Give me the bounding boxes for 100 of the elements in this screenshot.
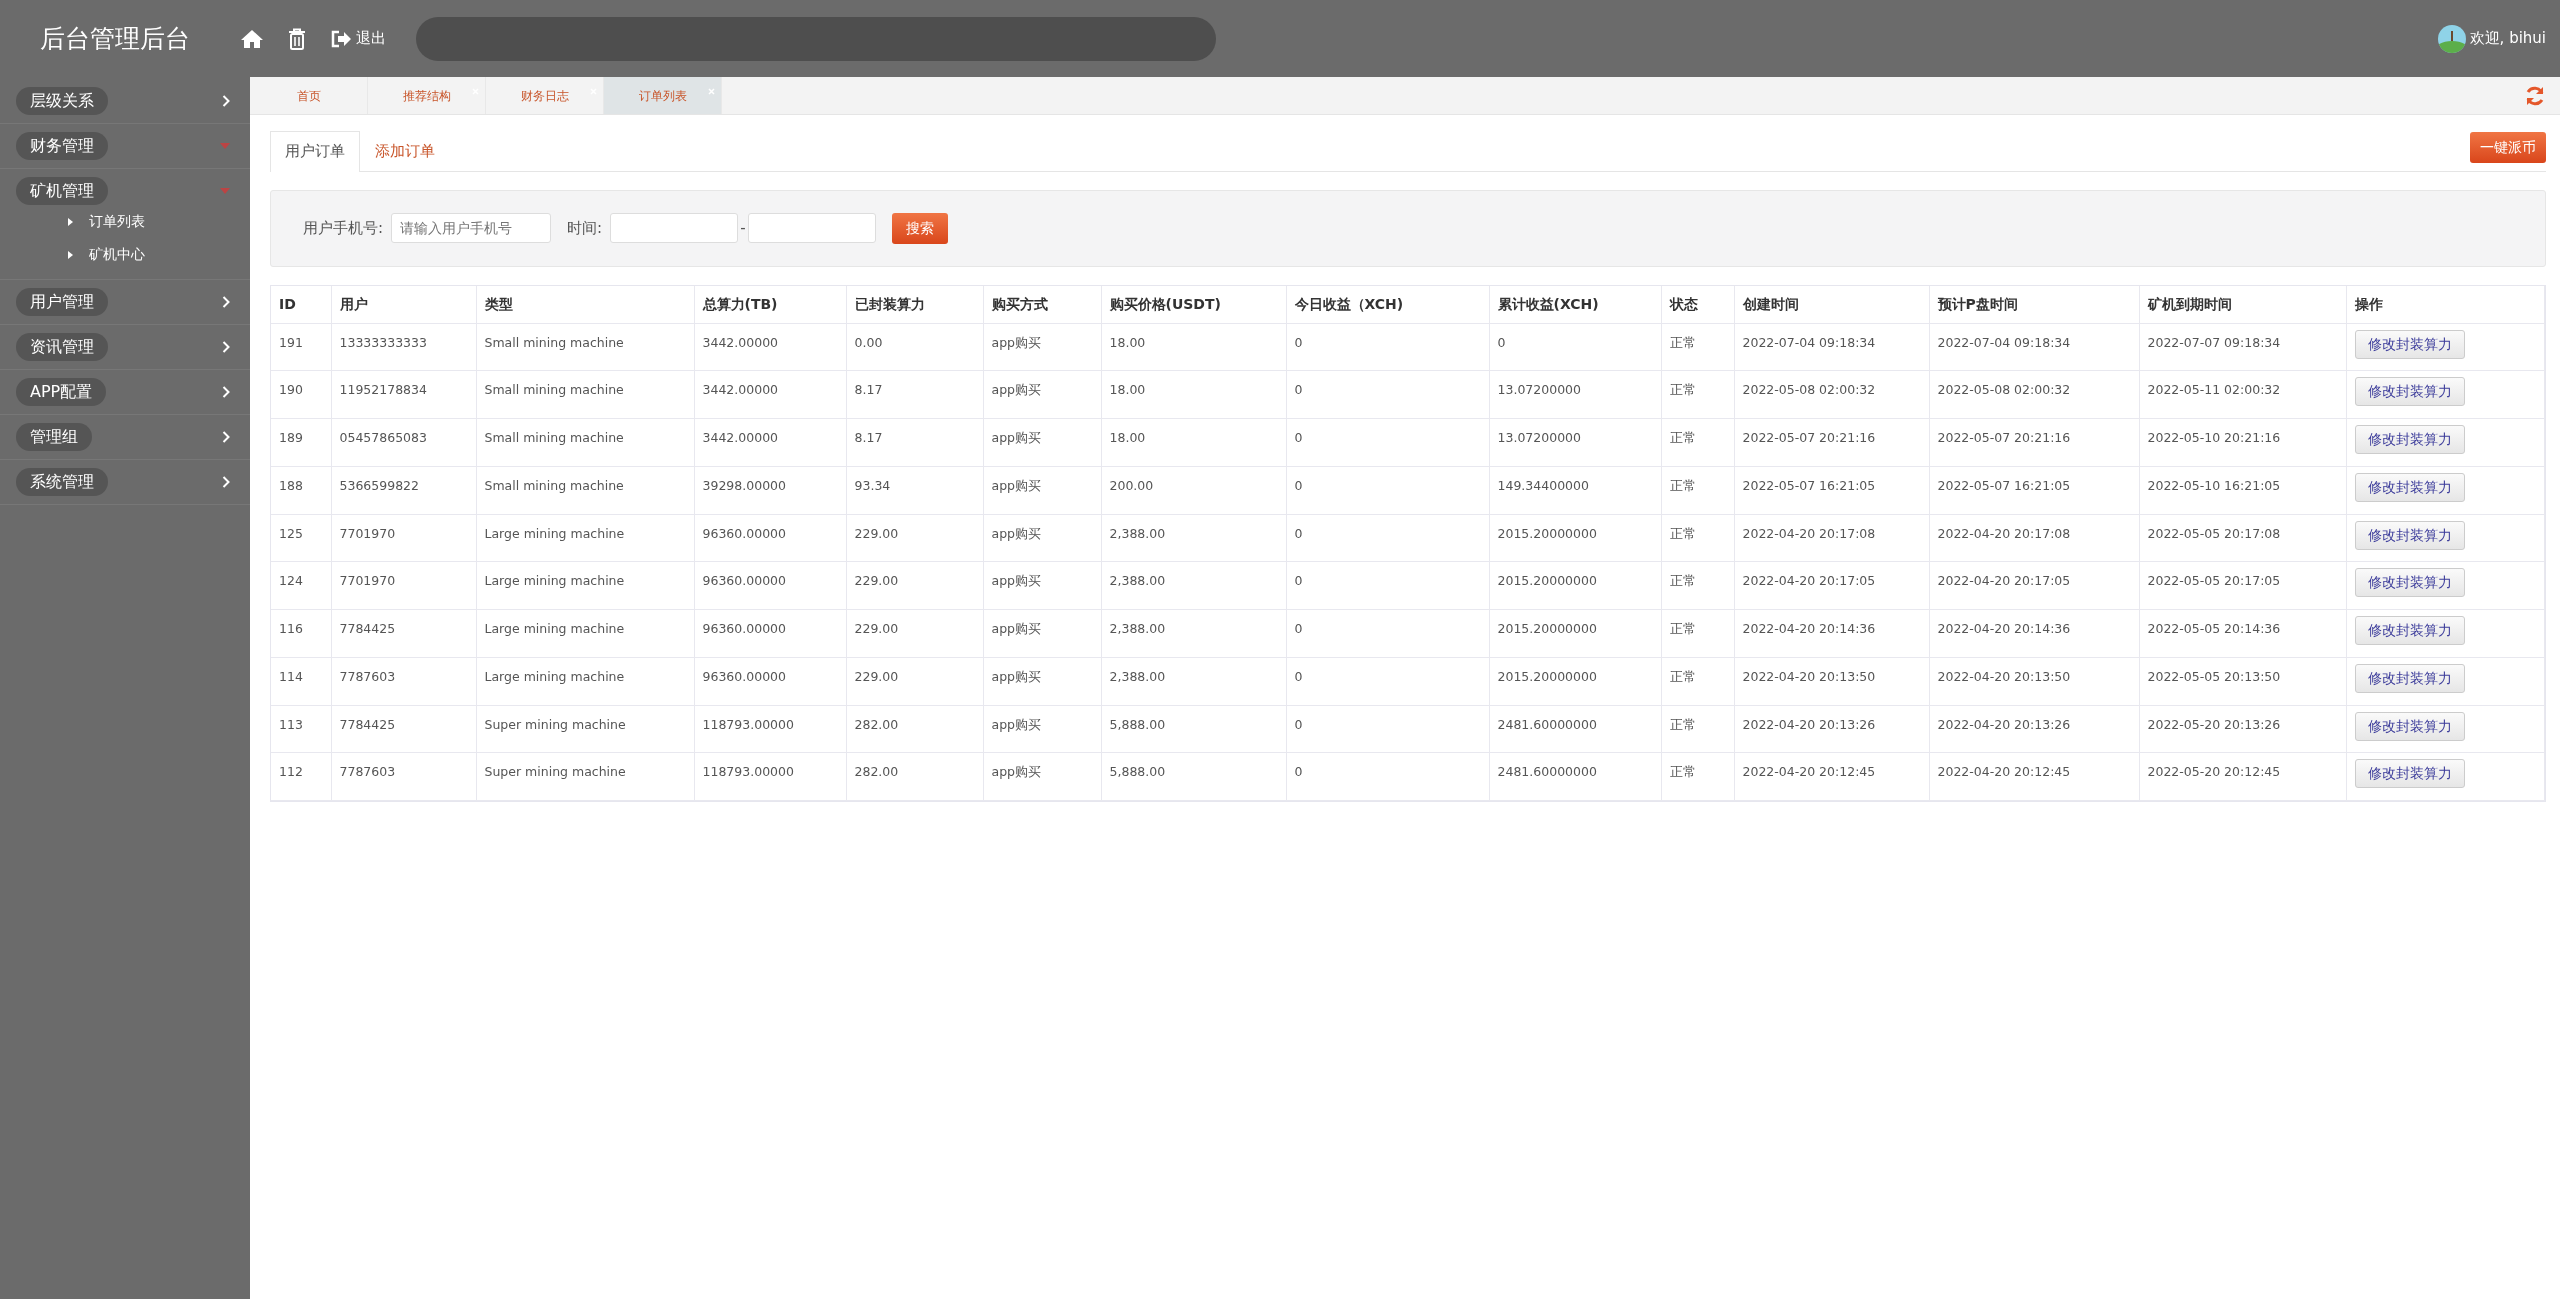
sidebar-item[interactable]: 管理组	[16, 423, 92, 451]
edit-button[interactable]: 修改封装算力	[2354, 329, 2465, 359]
tab[interactable]: 用户订单	[270, 131, 360, 172]
column-header: 已封装算力	[846, 285, 983, 323]
table-cell: 正常	[1661, 323, 1734, 371]
table-cell: 2022-07-07 09:18:34	[2139, 323, 2346, 371]
table-cell: 正常	[1661, 752, 1734, 801]
table-cell: 2022-07-04 09:18:34	[1929, 323, 2139, 371]
table-cell: 0	[1286, 323, 1489, 371]
column-header: 预计P盘时间	[1929, 285, 2139, 323]
column-header: 购买方式	[983, 285, 1101, 323]
table-cell: 229.00	[846, 609, 983, 658]
trash-icon[interactable]	[288, 27, 306, 50]
edit-button[interactable]: 修改封装算力	[2354, 663, 2465, 693]
table-cell: 0	[1286, 514, 1489, 562]
edit-button[interactable]: 修改封装算力	[2354, 425, 2465, 454]
table-cell: 18.00	[1101, 323, 1286, 371]
sidebar-item[interactable]: 财务管理	[16, 132, 108, 160]
field-label: 时间:	[567, 217, 603, 239]
table-cell: 96360.00000	[694, 514, 846, 562]
page-tab[interactable]: 推荐结构	[368, 77, 486, 114]
user-greeting: 欢迎, bihui	[2469, 28, 2546, 50]
table-cell: Small mining machine	[476, 323, 694, 371]
table-cell: 118793.00000	[694, 752, 846, 801]
table-cell: Small mining machine	[476, 370, 694, 419]
table-cell: 0	[1286, 609, 1489, 658]
table-cell: 2022-04-20 20:17:08	[1929, 514, 2139, 562]
refresh-icon[interactable]	[2524, 84, 2546, 107]
table-cell: app购买	[983, 323, 1101, 371]
search-button[interactable]: 搜索	[891, 212, 948, 244]
search-bar[interactable]	[416, 16, 1216, 61]
table-cell: 189	[271, 418, 331, 467]
date-input[interactable]	[747, 213, 876, 243]
table-cell: 3442.00000	[694, 323, 846, 371]
table-cell: 124	[271, 561, 331, 610]
edit-button[interactable]: 修改封装算力	[2354, 759, 2465, 789]
table-cell: 7701970	[331, 561, 476, 610]
sidebar-item[interactable]: 资讯管理	[16, 333, 108, 361]
table-cell: 112	[271, 752, 331, 801]
table-cell: 2022-04-20 20:17:05	[1734, 561, 1929, 610]
close-icon[interactable]	[708, 88, 715, 95]
table-cell: 3442.00000	[694, 418, 846, 467]
table-cell: 116	[271, 609, 331, 658]
table-cell: app购买	[983, 418, 1101, 467]
tab[interactable]: 添加订单	[360, 131, 450, 171]
table-cell: 149.34400000	[1489, 466, 1661, 514]
table-cell: 191	[271, 323, 331, 371]
column-header: 今日收益（XCH)	[1286, 285, 1489, 323]
submenu-item[interactable]: 矿机中心	[89, 244, 145, 265]
table-cell: 2022-04-20 20:17:05	[1929, 561, 2139, 610]
table-cell: 113	[271, 705, 331, 753]
edit-button[interactable]: 修改封装算力	[2354, 520, 2465, 550]
table-cell: 2022-04-20 20:13:26	[1734, 705, 1929, 753]
table-cell: 7701970	[331, 514, 476, 562]
table-cell: app购买	[983, 657, 1101, 705]
table-cell: 0	[1286, 561, 1489, 610]
table-cell: 7787603	[331, 657, 476, 705]
edit-button[interactable]: 修改封装算力	[2354, 377, 2465, 407]
edit-button[interactable]: 修改封装算力	[2354, 568, 2465, 598]
edit-button[interactable]: 修改封装算力	[2354, 616, 2465, 645]
table-cell: Large mining machine	[476, 561, 694, 610]
table-cell: 2022-04-20 20:13:50	[1734, 657, 1929, 705]
table-cell: app购买	[983, 370, 1101, 419]
sidebar-item[interactable]: 层级关系	[16, 87, 108, 115]
table-cell: app购买	[983, 514, 1101, 562]
submenu-item[interactable]: 订单列表	[89, 211, 145, 232]
page-tab[interactable]: 首页	[250, 77, 368, 114]
table-cell: 39298.00000	[694, 466, 846, 514]
table-cell: Small mining machine	[476, 418, 694, 467]
table-cell: 2015.20000000	[1489, 561, 1661, 610]
sidebar-item[interactable]: APP配置	[16, 378, 107, 406]
table-cell: 125	[271, 514, 331, 562]
logout-link[interactable]: 退出	[330, 27, 386, 50]
home-icon[interactable]	[240, 28, 264, 49]
table-cell: 2481.60000000	[1489, 752, 1661, 801]
page-tab[interactable]: 订单列表	[604, 77, 722, 114]
table-cell: 0	[1286, 418, 1489, 467]
table-cell: 5366599822	[331, 466, 476, 514]
table-cell: 13.07200000	[1489, 418, 1661, 467]
edit-button[interactable]: 修改封装算力	[2354, 711, 2465, 741]
app-title: 后台管理后台	[40, 22, 191, 55]
table-cell: 2,388.00	[1101, 609, 1286, 658]
phone-input[interactable]: 请输入用户手机号	[391, 213, 552, 243]
table-cell: 2022-05-05 20:17:05	[2139, 561, 2346, 610]
column-header: 累计收益(XCH)	[1489, 285, 1661, 323]
table-cell: 05457865083	[331, 418, 476, 467]
table-cell: 正常	[1661, 609, 1734, 658]
date-input[interactable]	[610, 213, 739, 243]
table-cell: 2022-04-20 20:14:36	[1734, 609, 1929, 658]
table-cell: Super mining machine	[476, 752, 694, 801]
sidebar-item[interactable]: 用户管理	[16, 288, 108, 316]
table-cell: 2022-04-20 20:17:08	[1734, 514, 1929, 562]
column-header: 状态	[1661, 285, 1734, 323]
table-cell: 2022-04-20 20:13:50	[1929, 657, 2139, 705]
sidebar-item[interactable]: 矿机管理	[16, 177, 108, 205]
sidebar-item[interactable]: 系统管理	[16, 468, 108, 496]
column-header: 操作	[2346, 285, 2545, 323]
table-cell: 2022-05-10 20:21:16	[2139, 418, 2346, 467]
column-header: 总算力(TB)	[694, 285, 846, 323]
edit-button[interactable]: 修改封装算力	[2354, 472, 2465, 502]
